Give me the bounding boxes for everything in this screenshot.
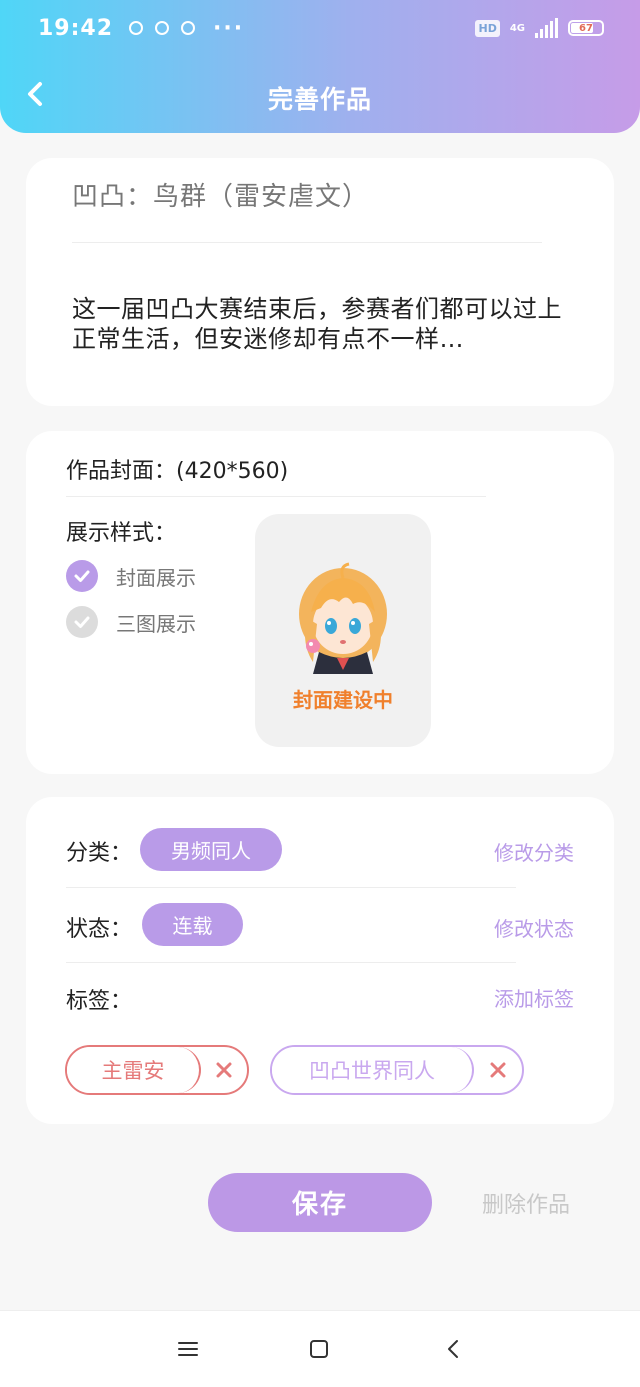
notification-icon (155, 21, 170, 35)
meta-card: 分类： 男频同人 修改分类 状态： 连载 修改状态 标签： 添加标签 主雷安 凹… (26, 797, 614, 1124)
work-description[interactable]: 这一届凹凸大赛结束后，参赛者们都可以过上正常生活，但安迷修却有点不一样… (72, 294, 582, 354)
system-back-button[interactable] (440, 1335, 468, 1363)
tag-chip: 主雷安 (65, 1045, 249, 1095)
add-tag-button[interactable]: 添加标签 (494, 983, 574, 1012)
status-bar: 19:42 ··· HD 4G 67 (0, 0, 640, 56)
notification-icon (129, 21, 144, 35)
tags-label: 标签： (66, 989, 133, 1014)
anime-girl-illustration (299, 562, 387, 674)
tag-chip: 凹凸世界同人 (270, 1045, 524, 1095)
divider (66, 962, 516, 963)
battery-icon: 67 (568, 20, 604, 36)
signal-icon (535, 18, 558, 38)
checkmark-icon (66, 560, 98, 592)
radio-three-image-display[interactable]: 三图展示 (66, 606, 196, 638)
tag-name: 主雷安 (67, 1047, 201, 1093)
hd-badge: HD (475, 19, 500, 37)
square-home-icon (310, 1340, 328, 1358)
notification-icon (181, 21, 196, 35)
divider (66, 887, 516, 888)
system-nav-bar (0, 1310, 640, 1387)
tag-name: 凹凸世界同人 (272, 1047, 474, 1093)
menu-button[interactable] (174, 1335, 202, 1363)
notification-icons (129, 21, 196, 35)
battery-level: 67 (579, 22, 593, 34)
status-right: HD 4G 67 (475, 18, 604, 38)
home-button[interactable] (305, 1335, 333, 1363)
delete-work-button[interactable]: 删除作品 (482, 1187, 570, 1219)
status-label: 状态： (66, 917, 133, 942)
display-style-label: 展示样式： (66, 521, 177, 546)
menu-icon (178, 1342, 198, 1356)
cover-card: 作品封面：(420*560) 展示样式： 封面展示 三图展示 封面建设中 (26, 431, 614, 774)
close-icon (216, 1062, 232, 1078)
status-badge: 连载 (142, 903, 243, 946)
edit-status-button[interactable]: 修改状态 (494, 913, 574, 942)
divider (66, 496, 486, 497)
save-button[interactable]: 保存 (208, 1173, 432, 1232)
remove-tag-button[interactable] (201, 1061, 247, 1079)
cover-image-upload[interactable]: 封面建设中 (255, 514, 431, 747)
checkmark-icon (66, 606, 98, 638)
chevron-left-icon (448, 1340, 458, 1358)
remove-tag-button[interactable] (474, 1061, 522, 1079)
status-time: 19:42 (38, 15, 114, 41)
nav-bar: 完善作品 (0, 62, 640, 130)
page-title: 完善作品 (267, 85, 372, 114)
category-label: 分类： (66, 841, 133, 866)
edit-category-button[interactable]: 修改分类 (494, 837, 574, 866)
divider (72, 242, 542, 243)
more-notifications-icon: ··· (213, 15, 245, 41)
radio-label: 封面展示 (116, 565, 196, 590)
category-badge: 男频同人 (140, 828, 282, 871)
radio-cover-display[interactable]: 封面展示 (66, 560, 196, 592)
work-title[interactable]: 凹凸：鸟群（雷安虐文） (72, 176, 369, 213)
work-info-card: 凹凸：鸟群（雷安虐文） 这一届凹凸大赛结束后，参赛者们都可以过上正常生活，但安迷… (26, 158, 614, 406)
cover-label: 作品封面：(420*560) (66, 459, 289, 484)
header: 19:42 ··· HD 4G 67 完善作品 (0, 0, 640, 133)
radio-label: 三图展示 (116, 611, 196, 636)
cover-placeholder-caption: 封面建设中 (293, 688, 393, 712)
network-label: 4G (509, 22, 525, 34)
close-icon (490, 1062, 506, 1078)
